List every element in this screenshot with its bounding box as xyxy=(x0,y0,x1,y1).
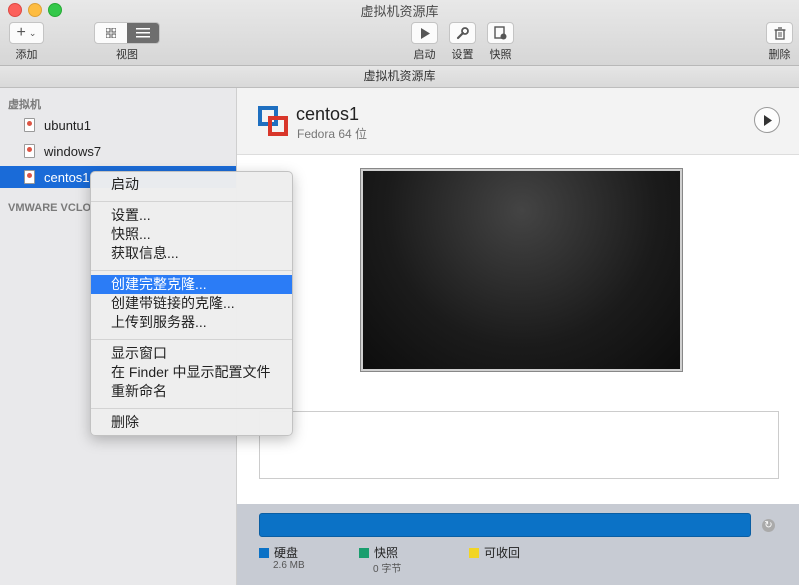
legend-disk: 硬盘 xyxy=(259,544,298,561)
play-icon xyxy=(763,114,772,126)
disk-swatch-icon xyxy=(259,547,269,558)
wrench-icon xyxy=(456,26,469,39)
legend-disk-value: 2.6 MB xyxy=(273,560,305,571)
snapshot-swatch-icon xyxy=(359,547,369,558)
sidebar-item-label: ubuntu1 xyxy=(44,117,91,133)
sidebar-item-label: windows7 xyxy=(44,143,102,159)
vmware-logo-icon xyxy=(258,106,288,136)
vm-file-icon xyxy=(24,144,35,158)
snapshot-label: 快照 xyxy=(489,49,512,61)
sidebar-item-windows7[interactable]: windows7 xyxy=(0,140,236,162)
add-label: 添加 xyxy=(15,49,38,61)
settings-label: 设置 xyxy=(451,49,474,61)
snapshot-icon xyxy=(494,26,507,40)
window-title: 虚拟机资源库 xyxy=(360,4,439,19)
view-segmented-control[interactable] xyxy=(94,22,160,44)
menu-item-rename[interactable]: 重新命名 xyxy=(91,382,292,401)
storage-panel: ↻ 硬盘 2.6 MB 快照 0 字节 可收回 xyxy=(237,504,799,585)
sidebar-item-label: centos1 xyxy=(44,169,90,185)
menu-item-linked-clone[interactable]: 创建带链接的克隆... xyxy=(91,294,292,313)
menu-item-show-in-finder[interactable]: 在 Finder 中显示配置文件 xyxy=(91,363,292,382)
snapshot-button[interactable] xyxy=(487,22,514,44)
menu-divider xyxy=(91,201,292,202)
vm-header: centos1 Fedora 64 位 xyxy=(237,88,799,155)
chevron-down-icon: ⌄ xyxy=(28,27,37,38)
plus-icon: + xyxy=(16,24,26,41)
legend-snapshot: 快照 xyxy=(359,544,398,561)
legend-label: 快照 xyxy=(374,546,399,560)
refresh-icon[interactable]: ↻ xyxy=(762,519,775,532)
vm-detail-panel: centos1 Fedora 64 位 ↻ 硬盘 2.6 MB 快照 0 字节 … xyxy=(237,88,799,585)
context-menu: 启动 设置... 快照... 获取信息... 创建完整克隆... 创建带链接的克… xyxy=(90,171,293,436)
list-view-icon[interactable] xyxy=(127,23,159,43)
settings-button[interactable] xyxy=(449,22,476,44)
menu-item-upload-server[interactable]: 上传到服务器... xyxy=(91,313,292,332)
reclaimable-swatch-icon xyxy=(469,547,479,558)
legend-label: 硬盘 xyxy=(274,546,299,560)
start-vm-button[interactable] xyxy=(754,107,780,133)
vm-os: Fedora 64 位 xyxy=(297,127,368,141)
vm-name: centos1 xyxy=(296,104,360,124)
menu-item-delete[interactable]: 删除 xyxy=(91,413,292,432)
start-label: 启动 xyxy=(413,49,436,61)
menu-item-full-clone[interactable]: 创建完整克隆... xyxy=(91,275,292,294)
start-button[interactable] xyxy=(411,22,438,44)
menu-item-show-window[interactable]: 显示窗口 xyxy=(91,344,292,363)
menu-divider xyxy=(91,408,292,409)
section-header-vcloud: VMWARE VCLO xyxy=(8,202,92,214)
delete-label: 删除 xyxy=(768,49,791,61)
vm-screen-preview[interactable] xyxy=(361,169,682,371)
library-subtitle: 虚拟机资源库 xyxy=(0,66,799,88)
menu-divider xyxy=(91,270,292,271)
title-bar: 虚拟机资源库 + ⌄ 添加 视图 启动 设置 快照 删除 xyxy=(0,0,799,66)
menu-item-settings[interactable]: 设置... xyxy=(91,206,292,225)
trash-icon xyxy=(774,26,785,40)
storage-usage-bar xyxy=(259,513,751,537)
vm-notes-field[interactable] xyxy=(259,411,779,479)
legend-label: 可收回 xyxy=(484,546,521,560)
play-icon xyxy=(420,27,430,39)
delete-button[interactable] xyxy=(766,22,793,44)
vm-file-icon xyxy=(24,170,35,184)
view-label: 视图 xyxy=(116,49,138,61)
menu-divider xyxy=(91,339,292,340)
menu-item-get-info[interactable]: 获取信息... xyxy=(91,244,292,263)
vm-file-icon xyxy=(24,118,35,132)
grid-view-icon[interactable] xyxy=(95,23,127,43)
sidebar-item-ubuntu1[interactable]: ubuntu1 xyxy=(0,114,236,136)
section-header-vms: 虚拟机 xyxy=(8,99,41,111)
add-button[interactable]: + ⌄ xyxy=(9,22,44,44)
menu-item-snapshots[interactable]: 快照... xyxy=(91,225,292,244)
menu-item-start[interactable]: 启动 xyxy=(91,175,292,194)
legend-snapshot-value: 0 字节 xyxy=(373,564,402,575)
legend-reclaimable: 可收回 xyxy=(469,544,520,561)
